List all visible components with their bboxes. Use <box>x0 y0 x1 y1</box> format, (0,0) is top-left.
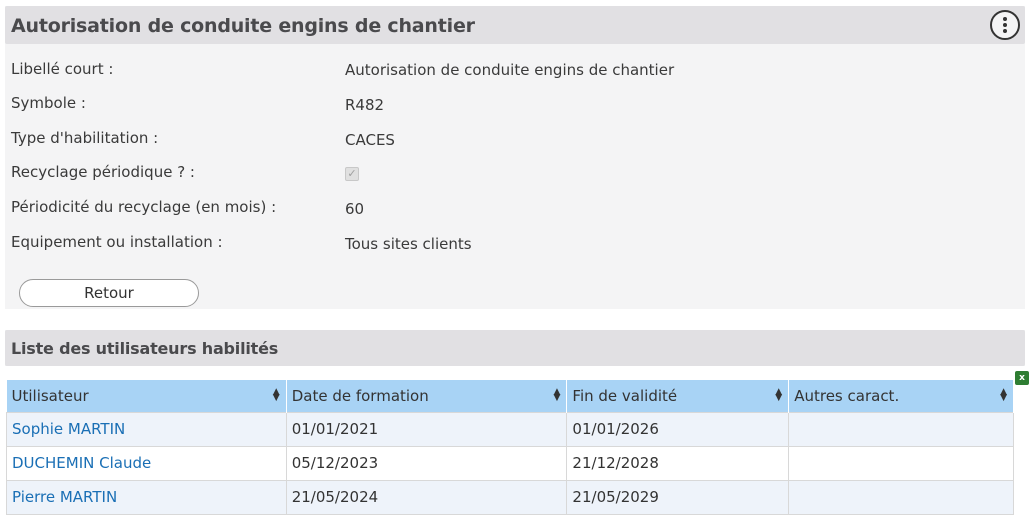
formation-date-cell: 21/05/2024 <box>285 479 568 515</box>
page-title: Autorisation de conduite engins de chant… <box>11 15 475 37</box>
value-symbole: R482 <box>345 96 385 114</box>
label-type-habilitation: Type d'habilitation : <box>11 129 159 147</box>
excel-export-icon[interactable]: x <box>1015 371 1029 385</box>
value-periodicite: 60 <box>345 200 365 218</box>
user-link[interactable]: Pierre MARTIN <box>12 488 117 506</box>
sort-icon: ▲ ▼ <box>1000 387 1007 403</box>
label-libelle-court: Libellé court : <box>11 60 114 78</box>
column-header-autres-caract[interactable]: Autres caract. ▲ ▼ <box>788 380 1014 412</box>
sort-icon: ▲ ▼ <box>775 387 783 403</box>
details-panel: Autorisation de conduite engins de chant… <box>5 6 1025 309</box>
details-header: Autorisation de conduite engins de chant… <box>5 6 1025 44</box>
recyclage-checkbox: ✓ <box>345 167 359 181</box>
table-row: Pierre MARTIN 21/05/2024 21/05/2029 <box>6 479 1014 515</box>
user-link[interactable]: DUCHEMIN Claude <box>12 454 151 472</box>
formation-date-cell: 05/12/2023 <box>285 445 568 481</box>
label-periodicite: Périodicité du recyclage (en mois) : <box>11 198 277 216</box>
column-header-fin-validite[interactable]: Fin de validité ▲ ▼ <box>566 380 790 412</box>
other-cell <box>788 411 1014 447</box>
table-row: DUCHEMIN Claude 05/12/2023 21/12/2028 <box>6 445 1014 481</box>
label-symbole: Symbole : <box>11 94 86 112</box>
table-row: Sophie MARTIN 01/01/2021 01/01/2026 <box>6 411 1014 447</box>
column-header-date-formation[interactable]: Date de formation ▲ ▼ <box>286 380 568 412</box>
user-link[interactable]: Sophie MARTIN <box>12 420 125 438</box>
users-title: Liste des utilisateurs habilités <box>11 339 279 358</box>
formation-date-cell: 01/01/2021 <box>285 411 568 447</box>
value-type-habilitation: CACES <box>345 131 395 149</box>
column-header-utilisateur[interactable]: Utilisateur ▲ ▼ <box>6 380 287 412</box>
label-equipement: Equipement ou installation : <box>11 233 223 251</box>
more-options-icon[interactable] <box>990 10 1020 40</box>
validity-date-cell: 01/01/2026 <box>566 411 790 447</box>
back-button[interactable]: Retour <box>19 279 199 307</box>
value-libelle-court: Autorisation de conduite engins de chant… <box>345 61 675 79</box>
users-panel: Liste des utilisateurs habilités <box>5 330 1025 366</box>
other-cell <box>788 479 1014 515</box>
other-cell <box>788 445 1014 481</box>
validity-date-cell: 21/12/2028 <box>566 445 790 481</box>
label-recyclage-periodique: Recyclage périodique ? : <box>11 163 195 181</box>
sort-icon: ▲ ▼ <box>272 387 280 403</box>
sort-icon: ▲ ▼ <box>553 387 561 403</box>
users-table: Utilisateur ▲ ▼ Date de formation ▲ ▼ Fin de… <box>6 380 1014 515</box>
users-header: Liste des utilisateurs habilités <box>5 330 1025 366</box>
validity-date-cell: 21/05/2029 <box>566 479 790 515</box>
value-equipement: Tous sites clients <box>345 235 472 253</box>
